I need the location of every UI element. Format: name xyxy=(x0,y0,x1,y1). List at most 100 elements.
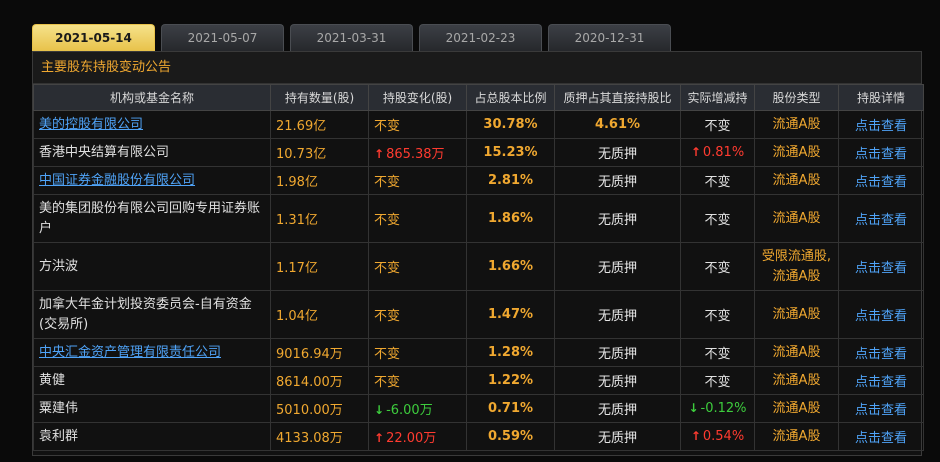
shares-held: 21.69亿 xyxy=(270,110,369,139)
share-type: 流通A股 xyxy=(754,422,839,451)
detail-link[interactable]: 点击查看 xyxy=(838,138,924,167)
detail-link[interactable]: 点击查看 xyxy=(838,366,924,395)
share-change-value: 865.38万 xyxy=(386,147,445,162)
actual-change-value: -0.12% xyxy=(700,401,747,416)
shares-held: 10.73亿 xyxy=(270,138,369,167)
panel-title: 主要股东持股变动公告 xyxy=(33,52,921,84)
actual-change-value: 不变 xyxy=(704,261,731,276)
shares-held: 1.04亿 xyxy=(270,290,369,339)
column-header: 实际增减持 xyxy=(680,84,755,111)
shares-held: 5010.00万 xyxy=(270,394,369,423)
share-change-value: 不变 xyxy=(374,347,401,362)
actual-change: 不变 xyxy=(680,166,755,195)
shares-held: 9016.94万 xyxy=(270,338,369,367)
tab-date[interactable]: 2021-02-23 xyxy=(419,24,542,51)
actual-change: 不变 xyxy=(680,194,755,243)
share-change-value: 不变 xyxy=(374,175,401,190)
share-change: ↓ -6.00万 xyxy=(368,394,467,423)
share-ratio: 0.59% xyxy=(466,422,555,451)
holder-name: 美的集团股份有限公司回购专用证券账户 xyxy=(33,194,271,243)
arrow-up-icon: ↑ xyxy=(374,431,385,445)
column-header: 持股变化(股) xyxy=(368,84,467,111)
column-header: 持有数量(股) xyxy=(270,84,369,111)
share-type: 受限流通股,流通A股 xyxy=(754,242,839,291)
share-change: 不变 xyxy=(368,110,467,139)
table-row: 黄健 8614.00万 不变 1.22% 无质押 不变 流通A股 点击查看 xyxy=(33,366,924,395)
arrow-up-icon: ↑ xyxy=(690,145,701,159)
detail-link[interactable]: 点击查看 xyxy=(838,110,924,139)
share-change: 不变 xyxy=(368,242,467,291)
actual-change: 不变 xyxy=(680,242,755,291)
share-change: ↑ 22.00万 xyxy=(368,422,467,451)
share-ratio: 1.86% xyxy=(466,194,555,243)
detail-link[interactable]: 点击查看 xyxy=(838,194,924,243)
holder-name: 方洪波 xyxy=(33,242,271,291)
table-row: 中央汇金资产管理有限责任公司 9016.94万 不变 1.28% 无质押 不变 流通A股 点击… xyxy=(33,338,924,367)
actual-change-value: 不变 xyxy=(704,213,731,228)
column-header: 持股详情 xyxy=(838,84,924,111)
table-row: 方洪波 1.17亿 不变 1.66% 无质押 不变 受限流通股,流通A股 点击查看 xyxy=(33,242,924,291)
shareholder-table: 机构或基金名称 持有数量(股) 持股变化(股) 占总股本比例 质押占其直接持股比… xyxy=(33,84,924,451)
table-row: 中国证券金融股份有限公司 1.98亿 不变 2.81% 无质押 不变 流通A股 点击查看 xyxy=(33,166,924,195)
share-change-value: 不变 xyxy=(374,261,401,276)
table-row: 加拿大年金计划投资委员会-自有资金(交易所) 1.04亿 不变 1.47% 无质押 不变流… xyxy=(33,290,924,339)
actual-change: 不变 xyxy=(680,338,755,367)
pledge-ratio: 4.61% xyxy=(554,110,681,139)
pledge-ratio: 无质押 xyxy=(554,290,681,339)
actual-change-value: 不变 xyxy=(704,347,731,362)
tab-date[interactable]: 2021-05-07 xyxy=(161,24,284,51)
arrow-down-icon: ↓ xyxy=(374,403,385,417)
detail-link[interactable]: 点击查看 xyxy=(838,338,924,367)
table-row: 美的控股有限公司 21.69亿 不变 30.78% 4.61% 不变 流通A股 点击查看 xyxy=(33,110,924,139)
share-ratio: 1.66% xyxy=(466,242,555,291)
holder-name[interactable]: 中央汇金资产管理有限责任公司 xyxy=(33,338,271,367)
actual-change-value: 不变 xyxy=(704,309,731,324)
table-header-row: 机构或基金名称 持有数量(股) 持股变化(股) 占总股本比例 质押占其直接持股比… xyxy=(33,84,924,111)
pledge-ratio: 无质押 xyxy=(554,366,681,395)
shares-held: 1.17亿 xyxy=(270,242,369,291)
pledge-ratio: 无质押 xyxy=(554,194,681,243)
column-header: 机构或基金名称 xyxy=(33,84,271,111)
date-tabs: 2021-05-14 2021-05-07 2021-03-31 2021-02… xyxy=(32,24,677,51)
holder-name: 香港中央结算有限公司 xyxy=(33,138,271,167)
share-change-value: 22.00万 xyxy=(386,431,437,446)
tab-date[interactable]: 2021-05-14 xyxy=(32,24,155,51)
share-change-value: 不变 xyxy=(374,309,401,324)
actual-change-value: 不变 xyxy=(704,175,731,190)
arrow-up-icon: ↑ xyxy=(690,429,701,443)
share-change-value: 不变 xyxy=(374,119,401,134)
actual-change: 不变 xyxy=(680,110,755,139)
share-ratio: 1.28% xyxy=(466,338,555,367)
share-type: 流通A股 xyxy=(754,110,839,139)
detail-link[interactable]: 点击查看 xyxy=(838,422,924,451)
detail-link[interactable]: 点击查看 xyxy=(838,290,924,339)
table-row: 香港中央结算有限公司 10.73亿 ↑ 865.38万 15.23% 无质押 ↑ 0.81% 流… xyxy=(33,138,924,167)
share-change-value: 不变 xyxy=(374,213,401,228)
detail-link[interactable]: 点击查看 xyxy=(838,242,924,291)
share-type: 流通A股 xyxy=(754,194,839,243)
holder-name[interactable]: 美的控股有限公司 xyxy=(33,110,271,139)
share-type: 流通A股 xyxy=(754,338,839,367)
share-ratio: 15.23% xyxy=(466,138,555,167)
share-change-value: 不变 xyxy=(374,375,401,390)
share-change: 不变 xyxy=(368,290,467,339)
share-ratio: 1.22% xyxy=(466,366,555,395)
actual-change: ↑ 0.54% xyxy=(680,422,755,451)
shares-held: 1.98亿 xyxy=(270,166,369,195)
detail-link[interactable]: 点击查看 xyxy=(838,166,924,195)
holder-name[interactable]: 中国证券金融股份有限公司 xyxy=(33,166,271,195)
actual-change: ↑ 0.81% xyxy=(680,138,755,167)
detail-link[interactable]: 点击查看 xyxy=(838,394,924,423)
holder-name: 袁利群 xyxy=(33,422,271,451)
pledge-ratio: 无质押 xyxy=(554,422,681,451)
pledge-ratio: 无质押 xyxy=(554,338,681,367)
shares-held: 1.31亿 xyxy=(270,194,369,243)
tab-date[interactable]: 2021-03-31 xyxy=(290,24,413,51)
share-ratio: 30.78% xyxy=(466,110,555,139)
tab-date[interactable]: 2020-12-31 xyxy=(548,24,671,51)
share-change-value: -6.00万 xyxy=(386,403,433,418)
share-change: 不变 xyxy=(368,366,467,395)
pledge-ratio: 无质押 xyxy=(554,394,681,423)
table-row: 美的集团股份有限公司回购专用证券账户 1.31亿 不变 1.86% 无质押 不变 流通A股点… xyxy=(33,194,924,243)
shares-held: 4133.08万 xyxy=(270,422,369,451)
